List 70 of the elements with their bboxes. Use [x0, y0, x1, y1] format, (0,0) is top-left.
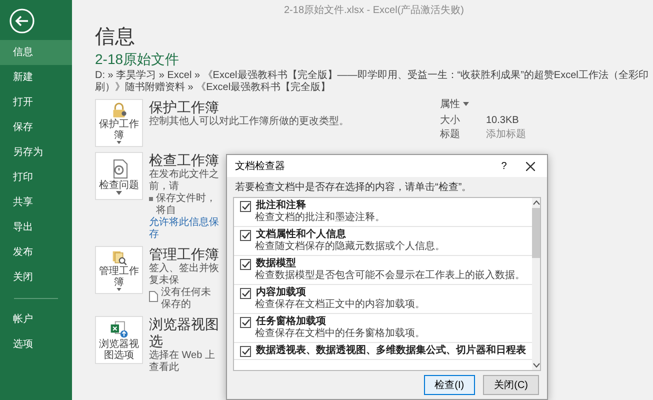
checklist-item-title: 文档属性和个人信息: [256, 229, 346, 240]
checklist-item-title: 任务窗格加载项: [256, 316, 326, 328]
section-description: 保存文件时，将自: [156, 193, 217, 216]
section-title: 管理工作簿: [149, 246, 219, 262]
dialog-title: 文档检查器: [235, 160, 286, 173]
sidebar-item[interactable]: 帐户: [0, 307, 72, 332]
property-value: 10.3KB: [486, 114, 519, 128]
checklist-item-title: 批注和注释: [256, 200, 306, 212]
checkbox[interactable]: [240, 200, 251, 212]
spreadsheet-globe-icon: [108, 319, 130, 339]
checklist-item-description: 检查文档的批注和墨迹注释。: [254, 212, 386, 224]
back-button[interactable]: [9, 8, 35, 34]
document-icon: [149, 291, 158, 302]
sidebar-item[interactable]: 选项: [0, 332, 72, 357]
checklist-item-description: 检查保存在文档正文中的内容加载项。: [254, 299, 426, 311]
sidebar-item[interactable]: 打印: [0, 165, 72, 190]
properties-dropdown[interactable]: 属性: [440, 97, 526, 111]
sidebar-item[interactable]: 发布: [0, 240, 72, 265]
property-field[interactable]: 添加标题: [486, 128, 526, 142]
caret-icon: [463, 102, 469, 106]
checklist-item-description: 检查数据模型是否包含可能不会显示在工作表上的嵌入数据。: [254, 270, 526, 282]
help-button[interactable]: ?: [491, 155, 517, 177]
checklist-item-title: 内容加载项: [256, 287, 306, 298]
checklist-item-description: 检查保存在文档中的任务窗格加载项。: [254, 328, 426, 340]
checkbox[interactable]: [240, 288, 251, 298]
section-link[interactable]: 允许将此信息保存: [149, 217, 219, 241]
file-path[interactable]: D: » 李昊学习 » Excel » 《Excel最强教科书【完全版】——即学即用、受益一生：“收获胜利成果”的超赞Excel工作法（全彩印刷）》随书附赠资料 » 《Excel最强教科书【完全版】: [95, 70, 653, 94]
dialog-instruction: 若要检查文档中是否存在选择的内容，请单击“检查”。: [234, 180, 473, 195]
checklist-item-title: 数据模型: [256, 258, 296, 270]
section-button[interactable]: 管理工作簿: [95, 246, 143, 294]
sidebar-item[interactable]: 保存: [0, 115, 72, 140]
sidebar-item[interactable]: 共享: [0, 190, 72, 215]
section-description: 控制其他人可以对此工作簿所做的更改类型。: [149, 116, 349, 128]
bullet-icon: [149, 197, 153, 201]
section-description: 没有任何未保存的: [161, 287, 212, 311]
section-button[interactable]: 保护工作簿: [95, 99, 143, 147]
caret-icon: [116, 288, 122, 291]
section-title: 浏览器视图选: [149, 316, 219, 350]
caret-icon: [116, 190, 122, 194]
caret-icon: [116, 140, 122, 144]
section-description: 选择在 Web 上查看此: [149, 350, 216, 374]
section-description: 签入、签出并恢复未保: [149, 263, 219, 286]
sidebar-item[interactable]: 另存为: [0, 140, 72, 165]
property-label: 大小: [440, 114, 461, 128]
scroll-down-icon[interactable]: [532, 363, 540, 368]
scroll-up-icon[interactable]: [532, 200, 540, 205]
sidebar-item[interactable]: 关闭: [0, 265, 72, 290]
file-name: 2-18原始文件: [95, 51, 180, 68]
section-title: 保护工作簿: [149, 99, 220, 116]
window-title: 2-18原始文件.xlsx - Excel(产品激活失败): [282, 4, 465, 17]
checkbox[interactable]: [240, 230, 251, 240]
close-icon: [526, 162, 534, 170]
scrollbar[interactable]: [532, 198, 540, 370]
dialog-button[interactable]: 关闭(C): [483, 375, 539, 395]
checkbox[interactable]: [240, 316, 251, 328]
checkbox[interactable]: [240, 258, 251, 270]
dialog-button[interactable]: 检查(I): [424, 375, 476, 395]
section-button[interactable]: 检查问题: [95, 152, 143, 200]
sidebar-item[interactable]: 打开: [0, 90, 72, 115]
section-title: 检查工作簿: [149, 152, 219, 168]
section-button[interactable]: 浏览器视图选项: [95, 316, 143, 364]
sidebar-item[interactable]: 信息: [0, 40, 72, 65]
sidebar-item[interactable]: 新建: [0, 65, 72, 90]
page-heading: 信息: [95, 25, 136, 49]
checkbox[interactable]: [240, 346, 251, 356]
checklist-item-description: 检查随文档保存的隐藏元数据或个人信息。: [254, 241, 446, 253]
section-description: 在发布此文件之前，请: [149, 169, 219, 192]
property-label: 标题: [440, 128, 461, 142]
sidebar-item[interactable]: 导出: [0, 215, 72, 240]
checklist-item-title: 数据透视表、数据透视图、多维数据集公式、切片器和日程表: [256, 345, 526, 357]
